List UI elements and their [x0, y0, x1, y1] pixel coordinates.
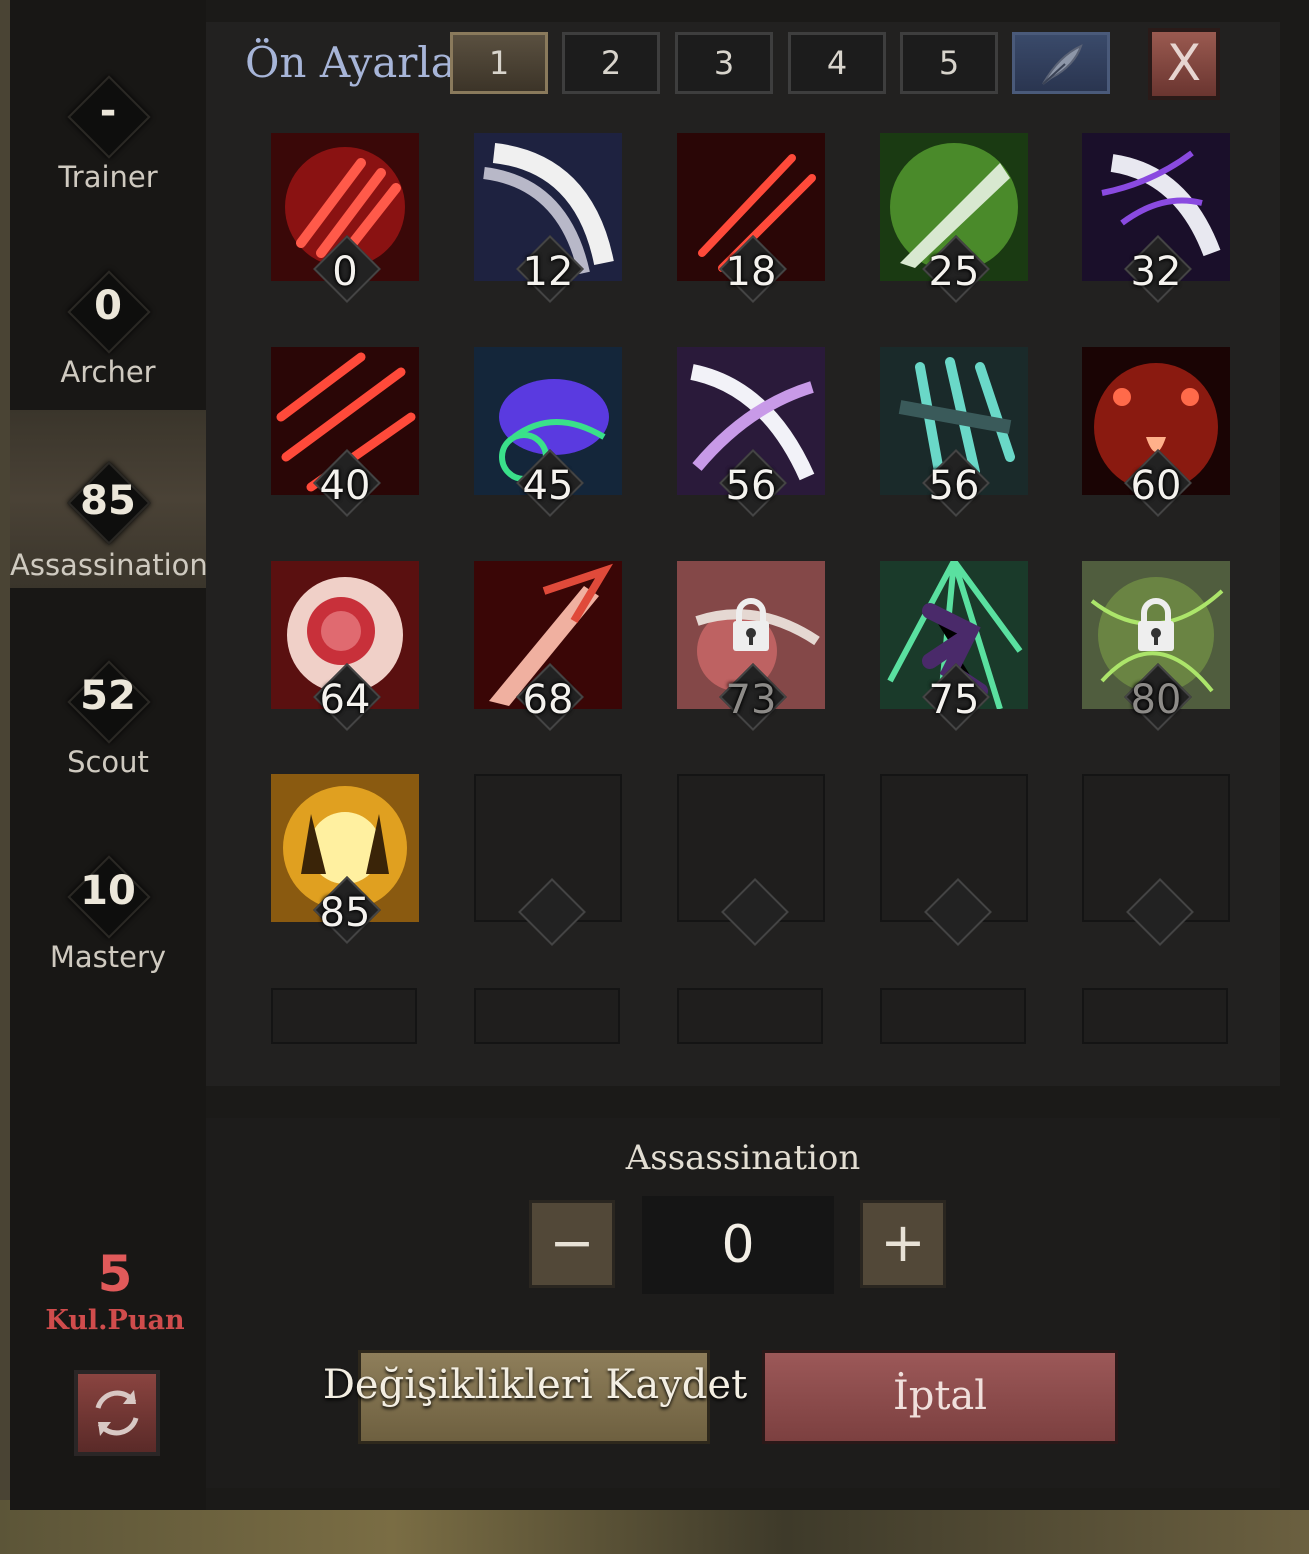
skill-level: 73 — [725, 677, 777, 723]
empty-skill-slot — [474, 774, 622, 946]
skill-slot[interactable]: 18 — [677, 133, 825, 303]
empty-skill-slot — [474, 988, 620, 1044]
category-name: Archer — [60, 355, 156, 389]
skill-slot[interactable]: 60 — [1082, 347, 1230, 517]
available-points-value: 5 — [97, 1245, 133, 1303]
skill-slot[interactable]: 12 — [474, 133, 622, 303]
empty-skill-slot — [677, 988, 823, 1044]
empty-skill-slot — [880, 988, 1026, 1044]
skill-level: 18 — [725, 249, 777, 295]
cancel-button[interactable]: İptal — [762, 1350, 1118, 1444]
lock-icon — [1138, 598, 1174, 651]
skill-level: 0 — [332, 249, 358, 295]
preset-tab-1[interactable]: 1 — [450, 32, 548, 94]
skill-level: 32 — [1130, 249, 1182, 295]
skill-slot[interactable]: 25 — [880, 133, 1028, 303]
skill-level: 85 — [319, 890, 371, 936]
refresh-icon — [95, 1390, 139, 1436]
close-button[interactable]: X — [1148, 28, 1220, 100]
skill-level: 80 — [1130, 677, 1182, 723]
skill-slot[interactable]: 73 — [677, 561, 825, 731]
skill-slot[interactable]: 40 — [271, 347, 419, 517]
feather-icon — [1042, 44, 1083, 85]
category-points: 0 — [94, 283, 122, 329]
preset-tab-3[interactable]: 3 — [675, 32, 773, 94]
skill-level: 64 — [319, 677, 371, 723]
skill-slot[interactable]: 56 — [880, 347, 1028, 517]
allocation-title: Assassination — [625, 1138, 861, 1178]
category-name: Mastery — [49, 940, 167, 974]
increase-button[interactable]: + — [860, 1200, 946, 1288]
category-points: 52 — [80, 673, 136, 719]
category-trainer[interactable]: - Trainer — [10, 50, 206, 200]
decrease-button[interactable]: − — [529, 1200, 615, 1288]
empty-skill-slot — [1082, 774, 1230, 946]
category-name: Assassination — [10, 548, 208, 582]
preset-tab-2[interactable]: 2 — [562, 32, 660, 94]
skill-level: 40 — [319, 463, 371, 509]
category-assassination[interactable]: 85 Assassination — [10, 410, 208, 588]
skill-level: 68 — [522, 677, 574, 723]
category-name: Scout — [67, 745, 149, 779]
empty-skill-slot — [1082, 988, 1228, 1044]
reset-button[interactable] — [74, 1370, 160, 1456]
category-points: - — [99, 88, 117, 134]
category-name: Trainer — [58, 160, 158, 194]
skill-slot[interactable]: 80 — [1082, 561, 1230, 731]
category-scout[interactable]: 52 Scout — [10, 635, 206, 785]
skill-slot[interactable]: 68 — [474, 561, 622, 731]
skill-slot[interactable]: 45 — [474, 347, 622, 517]
skill-slot[interactable]: 64 — [271, 561, 419, 731]
skill-slot[interactable]: 32 — [1082, 133, 1230, 303]
save-changes-label: Değişiklikleri Kaydet — [322, 1362, 748, 1408]
available-points-label: Kul.Puan — [45, 1305, 185, 1336]
empty-skill-slot — [271, 988, 417, 1044]
allocation-value[interactable]: 0 — [642, 1196, 834, 1294]
skill-level: 60 — [1130, 463, 1182, 509]
empty-skill-slot — [880, 774, 1028, 946]
presets-title: Ön Ayarlar — [245, 38, 455, 87]
skill-slot[interactable]: 56 — [677, 347, 825, 517]
category-mastery[interactable]: 10 Mastery — [10, 830, 206, 980]
skill-level: 12 — [522, 249, 574, 295]
skill-level: 56 — [725, 463, 777, 509]
skill-slot[interactable]: 75 — [880, 559, 1028, 731]
preset-tab-5[interactable]: 5 — [900, 32, 998, 94]
category-archer[interactable]: 0 Archer — [10, 245, 206, 395]
empty-skill-slot — [677, 774, 825, 946]
preset-edit-button[interactable] — [1012, 32, 1110, 94]
skill-level: 56 — [928, 463, 980, 509]
skill-slot[interactable]: 0 — [271, 133, 419, 303]
skill-level: 25 — [928, 249, 980, 295]
category-points: 85 — [80, 478, 136, 524]
skill-level: 75 — [928, 677, 980, 723]
lock-icon — [733, 598, 769, 651]
category-points: 10 — [80, 868, 136, 914]
preset-tab-4[interactable]: 4 — [788, 32, 886, 94]
skill-level: 45 — [522, 463, 574, 509]
skill-slot[interactable]: 85 — [271, 774, 419, 944]
